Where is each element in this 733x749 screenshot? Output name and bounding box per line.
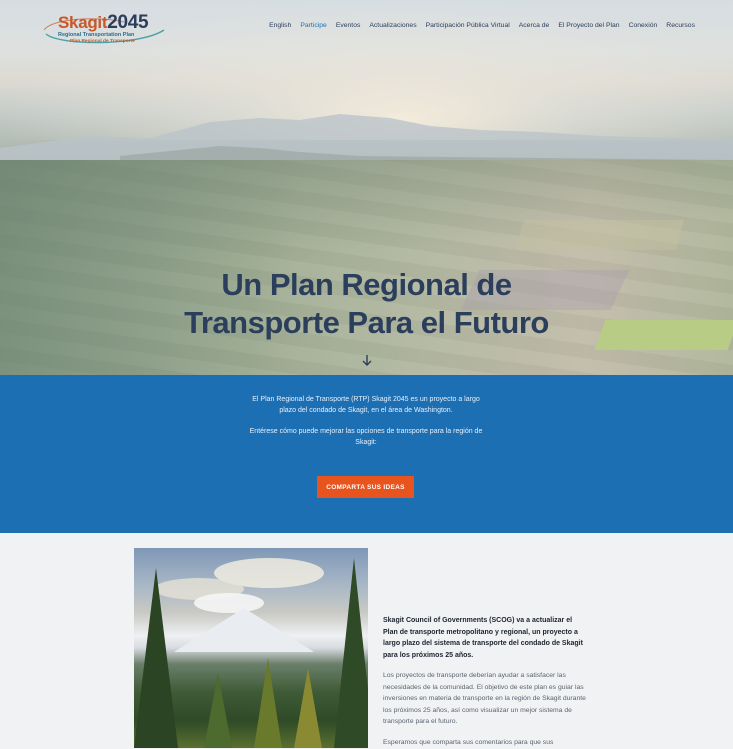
content-body-2: Esperamos que comparta sus comentarios p… [383, 737, 588, 749]
nav-acerca-de[interactable]: Acerca de [519, 22, 550, 29]
main-nav: English Participe Eventos Actualizacione… [269, 22, 695, 29]
intro-paragraph-1: El Plan Regional de Transporte (RTP) Ska… [252, 396, 480, 414]
intro-paragraph-2: Entérese cómo puede mejorar las opciones… [249, 428, 483, 446]
content-body-2-text: Esperamos que comparta sus comentarios p… [383, 739, 554, 746]
nav-english[interactable]: English [269, 22, 291, 29]
nav-el-proyecto-del-plan[interactable]: El Proyecto del Plan [558, 22, 619, 29]
content-lead: Skagit Council of Governments (SCOG) va … [383, 615, 588, 661]
content-body-1-text: Los proyectos de transporte deberían ayu… [383, 672, 586, 725]
logo-subtitle-es: Plan Regional de Transporte [70, 39, 135, 44]
site-logo[interactable]: Skagit2045 Regional Transportation Plan … [40, 10, 170, 46]
nav-conexion[interactable]: Conexión [629, 22, 658, 29]
content-body-1: Los proyectos de transporte deberían ayu… [383, 670, 588, 728]
hero-title-line1: Un Plan Regional de [221, 267, 512, 302]
content-lead-text: Skagit Council of Governments (SCOG) va … [383, 617, 583, 659]
nav-actualizaciones[interactable]: Actualizaciones [369, 22, 416, 29]
logo-brand-year: 2045 [107, 12, 149, 33]
nav-participacion-publica-virtual[interactable]: Participación Pública Virtual [426, 22, 510, 29]
share-ideas-button[interactable]: COMPARTA SUS IDEAS [317, 476, 414, 498]
nav-eventos[interactable]: Eventos [336, 22, 361, 29]
intro-band: El Plan Regional de Transporte (RTP) Ska… [0, 375, 733, 533]
logo-brand-name: Skagit [58, 13, 108, 32]
logo-wordmark: Skagit2045 [58, 12, 149, 34]
hero-title: Un Plan Regional de Transporte Para el F… [0, 266, 733, 342]
nav-participe[interactable]: Participe [300, 22, 326, 29]
arrow-down-icon[interactable] [360, 355, 374, 369]
nav-recursos[interactable]: Recursos [666, 22, 695, 29]
logo-subtitle-en: Regional Transportation Plan [58, 32, 135, 38]
mountain-photo [134, 548, 368, 748]
hero-title-line2: Transporte Para el Futuro [184, 305, 549, 340]
